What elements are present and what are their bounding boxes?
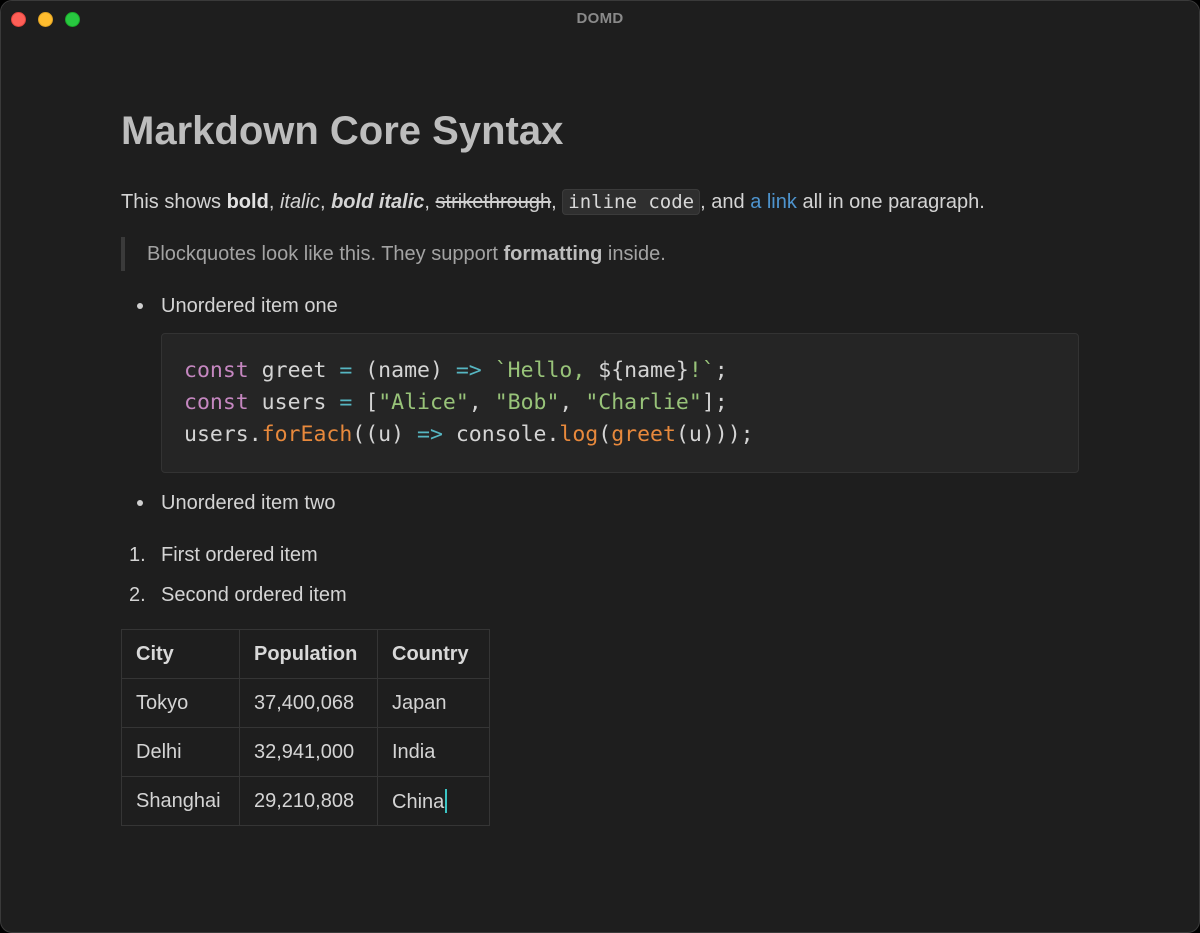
code-token-keyword: const <box>184 390 249 415</box>
bold-text: bold <box>226 191 269 213</box>
table-cell[interactable]: Japan <box>377 678 490 728</box>
text-cursor <box>445 788 448 813</box>
unordered-item[interactable]: Unordered item two <box>161 489 336 517</box>
paragraph-text: , <box>424 191 436 213</box>
table-cell-text: China <box>392 790 445 813</box>
table-row: Tokyo 37,400,068 Japan <box>121 678 490 728</box>
code-line: users.forEach((u) => console.log(greet(u… <box>184 422 754 447</box>
code-token-function: log <box>559 422 599 447</box>
table-row: Delhi 32,941,000 India <box>121 727 490 777</box>
column-header-population[interactable]: Population <box>239 629 378 679</box>
paragraph-text: , <box>319 191 332 213</box>
code-token-keyword: const <box>184 358 249 383</box>
table-cell[interactable]: 32,941,000 <box>239 727 378 777</box>
table-header-row: City Population Country <box>121 629 490 679</box>
ordered-item[interactable]: First ordered item <box>161 541 318 569</box>
table-cell[interactable]: Shanghai <box>121 776 240 826</box>
column-header-country[interactable]: Country <box>377 629 490 679</box>
ordered-item-number: 1. <box>129 544 146 566</box>
paragraph-link[interactable]: a link <box>750 191 797 213</box>
italic-text: italic <box>279 191 320 213</box>
app-window: DOMD Markdown Core Syntax This shows bol… <box>0 0 1200 933</box>
blockquote-text: inside. <box>602 243 666 265</box>
table-row: Shanghai 29,210,808 China <box>121 776 490 826</box>
code-token-string: "Charlie" <box>585 390 702 415</box>
code-token-function: forEach <box>261 422 353 447</box>
paragraph-text: , and <box>700 191 751 213</box>
code-token-function: greet <box>611 422 676 447</box>
paragraph-text: , <box>268 191 280 213</box>
table-cell[interactable]: India <box>377 727 490 777</box>
code-token-string: "Bob" <box>494 390 560 415</box>
table-cell[interactable]: 37,400,068 <box>239 678 378 728</box>
data-table[interactable]: City Population Country Tokyo 37,400,068… <box>121 629 490 826</box>
bullet-marker <box>137 303 143 309</box>
code-token-operator: = <box>339 390 353 415</box>
blockquote-bold-text: formatting <box>503 243 603 265</box>
unordered-item[interactable]: Unordered item one <box>161 292 338 320</box>
column-header-city[interactable]: City <box>121 629 240 679</box>
paragraph-text: , <box>551 191 563 213</box>
code-token-operator: => <box>455 358 482 383</box>
code-line: const users = ["Alice", "Bob", "Charlie"… <box>184 390 728 415</box>
window-title: DOMD <box>576 10 624 27</box>
code-line: const greet = (name) => `Hello, ${name}!… <box>184 358 728 383</box>
code-block[interactable]: const greet = (name) => `Hello, ${name}!… <box>161 333 1079 473</box>
bullet-marker <box>137 500 143 506</box>
code-token-string: `Hello, <box>494 358 599 383</box>
strikethrough-text: strikethrough <box>435 191 552 213</box>
ordered-item[interactable]: Second ordered item <box>161 581 347 609</box>
table-cell-active[interactable]: China <box>377 776 490 826</box>
paragraph-text: all in one paragraph. <box>796 191 985 213</box>
bold-italic-text: bold italic <box>331 191 425 213</box>
code-token-string: !` <box>688 358 715 383</box>
code-token-string: "Alice" <box>378 390 469 415</box>
code-token-operator: = <box>339 358 353 383</box>
document-heading[interactable]: Markdown Core Syntax <box>121 106 563 156</box>
blockquote-text: Blockquotes look like this. They support <box>147 243 504 265</box>
paragraph-text: This shows <box>121 191 227 213</box>
title-bar[interactable]: DOMD <box>1 1 1199 37</box>
code-token-operator: => <box>417 422 443 447</box>
table-cell[interactable]: Delhi <box>121 727 240 777</box>
ordered-item-number: 2. <box>129 584 146 606</box>
table-cell[interactable]: Tokyo <box>121 678 240 728</box>
paragraph[interactable]: This shows bold, italic, bold italic, st… <box>121 188 985 216</box>
inline-code: inline code <box>562 189 701 215</box>
blockquote[interactable]: Blockquotes look like this. They support… <box>121 237 666 271</box>
table-cell[interactable]: 29,210,808 <box>239 776 378 826</box>
